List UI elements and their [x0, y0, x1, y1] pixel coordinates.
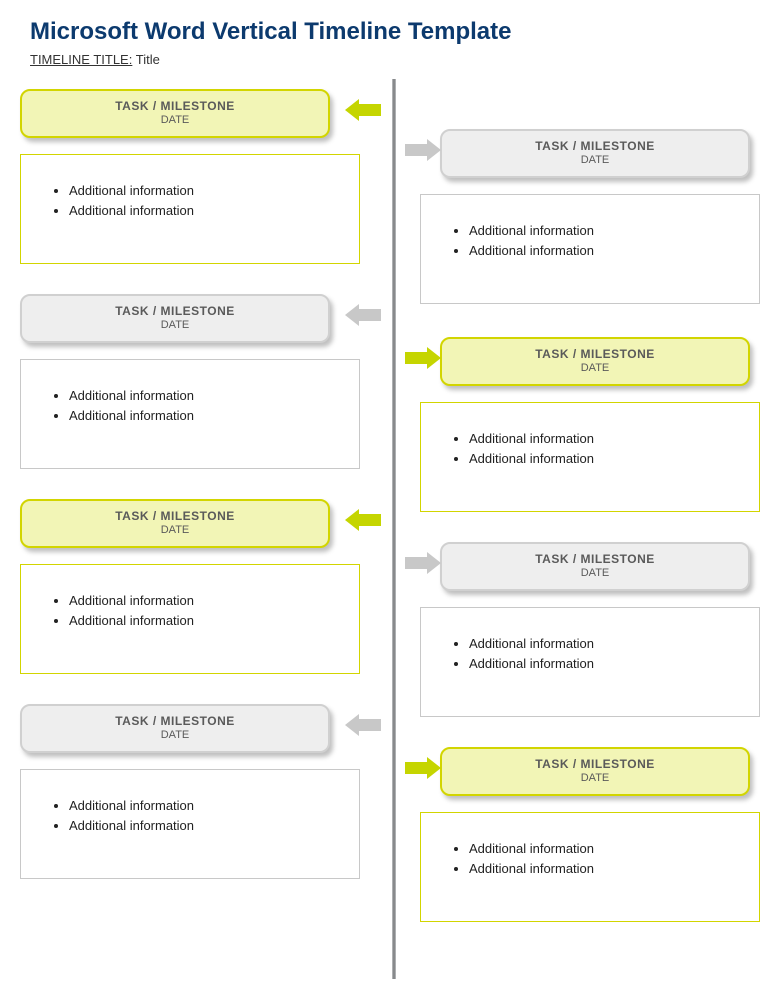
page-title: Microsoft Word Vertical Timeline Templat… — [0, 0, 781, 50]
info-box[interactable]: Additional information Additional inform… — [420, 607, 760, 717]
arrow-left-icon — [345, 714, 381, 736]
list-item: Additional information — [69, 611, 349, 631]
info-list: Additional information Additional inform… — [451, 634, 749, 673]
arrow-left-icon — [345, 509, 381, 531]
info-list: Additional information Additional inform… — [451, 839, 749, 878]
list-item: Additional information — [469, 839, 749, 859]
milestone-date: DATE — [22, 524, 328, 536]
info-list: Additional information Additional inform… — [451, 221, 749, 260]
milestone-box[interactable]: TASK / MILESTONE DATE — [440, 129, 750, 178]
list-item: Additional information — [469, 449, 749, 469]
list-item: Additional information — [469, 654, 749, 674]
milestone-date: DATE — [442, 362, 748, 374]
milestone-box[interactable]: TASK / MILESTONE DATE — [20, 499, 330, 548]
milestone-date: DATE — [442, 772, 748, 784]
milestone-box[interactable]: TASK / MILESTONE DATE — [20, 89, 330, 138]
list-item: Additional information — [469, 221, 749, 241]
timeline-title-value[interactable]: Title — [136, 52, 160, 67]
info-list: Additional information Additional inform… — [451, 429, 749, 468]
list-item: Additional information — [69, 591, 349, 611]
center-line — [392, 79, 396, 979]
list-item: Additional information — [69, 201, 349, 221]
milestone-date: DATE — [442, 154, 748, 166]
arrow-right-icon — [405, 347, 441, 369]
list-item: Additional information — [69, 386, 349, 406]
info-box[interactable]: Additional information Additional inform… — [20, 359, 360, 469]
info-box[interactable]: Additional information Additional inform… — [20, 154, 360, 264]
list-item: Additional information — [69, 406, 349, 426]
milestone-date: DATE — [22, 729, 328, 741]
milestone-box[interactable]: TASK / MILESTONE DATE — [440, 337, 750, 386]
milestone-label: TASK / MILESTONE — [442, 139, 748, 153]
milestone-date: DATE — [22, 114, 328, 126]
milestone-date: DATE — [22, 319, 328, 331]
list-item: Additional information — [469, 241, 749, 261]
arrow-right-icon — [405, 552, 441, 574]
milestone-date: DATE — [442, 567, 748, 579]
milestone-label: TASK / MILESTONE — [22, 99, 328, 113]
arrow-right-icon — [405, 757, 441, 779]
list-item: Additional information — [69, 181, 349, 201]
timeline-title-label: TIMELINE TITLE: — [30, 52, 132, 67]
list-item: Additional information — [469, 634, 749, 654]
arrow-left-icon — [345, 99, 381, 121]
info-box[interactable]: Additional information Additional inform… — [20, 564, 360, 674]
subtitle-row: TIMELINE TITLE: Title — [0, 50, 781, 79]
info-box[interactable]: Additional information Additional inform… — [420, 194, 760, 304]
milestone-box[interactable]: TASK / MILESTONE DATE — [20, 704, 330, 753]
milestone-label: TASK / MILESTONE — [442, 347, 748, 361]
list-item: Additional information — [69, 816, 349, 836]
milestone-label: TASK / MILESTONE — [442, 757, 748, 771]
milestone-label: TASK / MILESTONE — [22, 714, 328, 728]
info-list: Additional information Additional inform… — [51, 386, 349, 425]
arrow-left-icon — [345, 304, 381, 326]
milestone-box[interactable]: TASK / MILESTONE DATE — [440, 542, 750, 591]
info-box[interactable]: Additional information Additional inform… — [420, 402, 760, 512]
info-list: Additional information Additional inform… — [51, 796, 349, 835]
milestone-box[interactable]: TASK / MILESTONE DATE — [440, 747, 750, 796]
arrow-right-icon — [405, 139, 441, 161]
milestone-box[interactable]: TASK / MILESTONE DATE — [20, 294, 330, 343]
timeline-area: TASK / MILESTONE DATE Additional informa… — [0, 79, 781, 979]
info-box[interactable]: Additional information Additional inform… — [20, 769, 360, 879]
info-list: Additional information Additional inform… — [51, 181, 349, 220]
milestone-label: TASK / MILESTONE — [22, 509, 328, 523]
list-item: Additional information — [469, 429, 749, 449]
list-item: Additional information — [69, 796, 349, 816]
list-item: Additional information — [469, 859, 749, 879]
milestone-label: TASK / MILESTONE — [22, 304, 328, 318]
info-box[interactable]: Additional information Additional inform… — [420, 812, 760, 922]
info-list: Additional information Additional inform… — [51, 591, 349, 630]
milestone-label: TASK / MILESTONE — [442, 552, 748, 566]
